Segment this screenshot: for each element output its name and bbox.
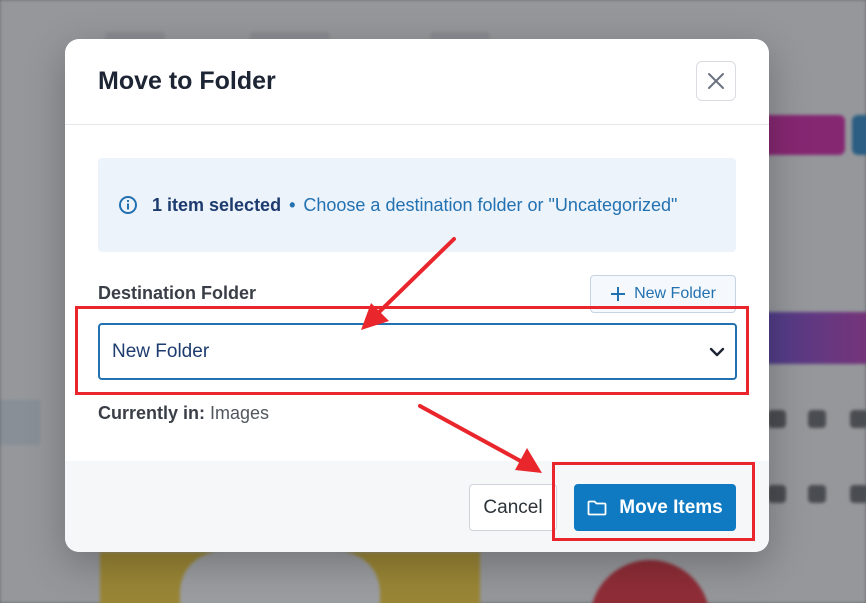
current-location-value: Images xyxy=(210,403,270,423)
selection-count: 1 item selected xyxy=(152,194,282,215)
info-notice: 1 item selected • Choose a destination f… xyxy=(98,158,736,252)
new-folder-button-label: New Folder xyxy=(634,285,716,302)
info-separator: • xyxy=(289,194,296,215)
dialog-header: Move to Folder xyxy=(65,39,769,125)
destination-folder-label: Destination Folder xyxy=(98,283,257,303)
info-icon xyxy=(118,195,138,215)
cancel-button[interactable]: Cancel xyxy=(469,484,557,531)
info-message: Choose a destination folder or "Uncatego… xyxy=(303,194,678,215)
close-button[interactable] xyxy=(696,61,736,101)
dialog-title: Move to Folder xyxy=(98,67,276,95)
select-highlight-box xyxy=(75,306,749,395)
close-icon xyxy=(707,72,725,90)
move-button-highlight-box xyxy=(552,462,755,541)
plus-icon xyxy=(610,286,626,302)
current-location-label: Currently in: xyxy=(98,403,206,423)
current-location: Currently in: Images xyxy=(98,403,269,424)
